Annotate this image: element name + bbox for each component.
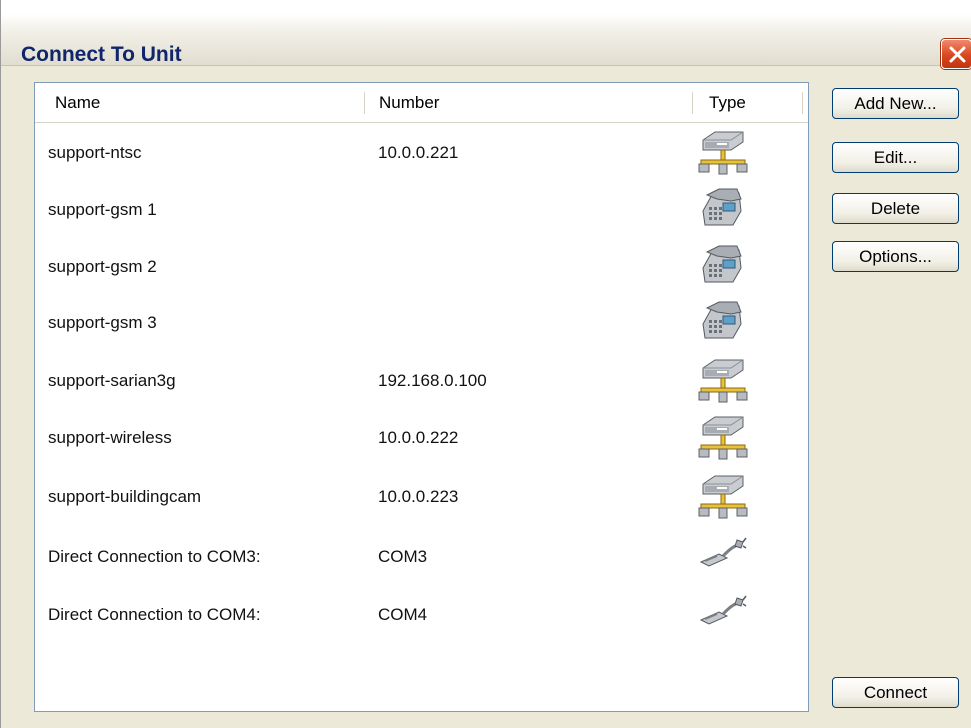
row-number: 10.0.0.221	[378, 143, 459, 162]
row-number: 192.168.0.100	[378, 371, 487, 390]
network-icon	[697, 128, 748, 180]
add-new-button[interactable]: Add New...	[832, 88, 959, 119]
row-name: support-ntsc	[48, 143, 142, 162]
connect-to-unit-dialog: Connect To Unit Name Number Type support…	[0, 0, 971, 728]
column-header-number[interactable]: Number	[365, 92, 693, 114]
serial-cable-icon	[697, 532, 747, 584]
row-name: support-gsm 2	[48, 257, 157, 276]
row-number: 10.0.0.223	[378, 487, 459, 506]
table-row[interactable]: support-sarian3g 192.168.0.100	[35, 352, 808, 410]
phone-icon	[697, 185, 747, 237]
table-row[interactable]: support-ntsc 10.0.0.221	[35, 124, 808, 182]
options-button[interactable]: Options...	[832, 241, 959, 272]
row-number: COM3	[378, 547, 428, 566]
row-name: support-wireless	[48, 428, 172, 447]
title-bar[interactable]: Connect To Unit	[1, 0, 971, 69]
phone-icon	[697, 242, 747, 294]
list-header: Name Number Type	[35, 83, 808, 123]
unit-list[interactable]: Name Number Type support-ntsc 10.0.0.221 s…	[34, 82, 809, 712]
row-name: Direct Connection to COM4:	[48, 605, 261, 624]
row-number: COM4	[378, 605, 428, 624]
row-name: Direct Connection to COM3:	[48, 547, 261, 566]
table-row[interactable]: support-gsm 1	[35, 181, 808, 239]
table-row[interactable]: support-wireless 10.0.0.222	[35, 409, 808, 467]
edit-button[interactable]: Edit...	[832, 142, 959, 173]
row-name: support-sarian3g	[48, 371, 176, 390]
table-row[interactable]: Direct Connection to COM3: COM3	[35, 528, 808, 586]
close-icon	[949, 46, 966, 63]
delete-button[interactable]: Delete	[832, 193, 959, 224]
table-row[interactable]: support-gsm 2	[35, 238, 808, 296]
phone-icon	[697, 298, 747, 350]
table-row[interactable]: Direct Connection to COM4: COM4	[35, 586, 808, 644]
row-name: support-gsm 3	[48, 313, 157, 332]
network-icon	[697, 472, 748, 524]
network-icon	[697, 356, 748, 408]
connect-button[interactable]: Connect	[832, 677, 959, 708]
table-row[interactable]: support-gsm 3	[35, 294, 808, 352]
serial-cable-icon	[697, 590, 747, 642]
row-name: support-buildingcam	[48, 487, 202, 506]
column-header-type[interactable]: Type	[693, 92, 803, 114]
dialog-title: Connect To Unit	[21, 43, 182, 66]
row-name: support-gsm 1	[48, 200, 157, 219]
close-button[interactable]	[941, 39, 971, 69]
row-number: 10.0.0.222	[378, 428, 459, 447]
network-icon	[697, 413, 748, 465]
column-header-name[interactable]: Name	[41, 92, 365, 114]
table-row[interactable]: support-buildingcam 10.0.0.223	[35, 468, 808, 526]
